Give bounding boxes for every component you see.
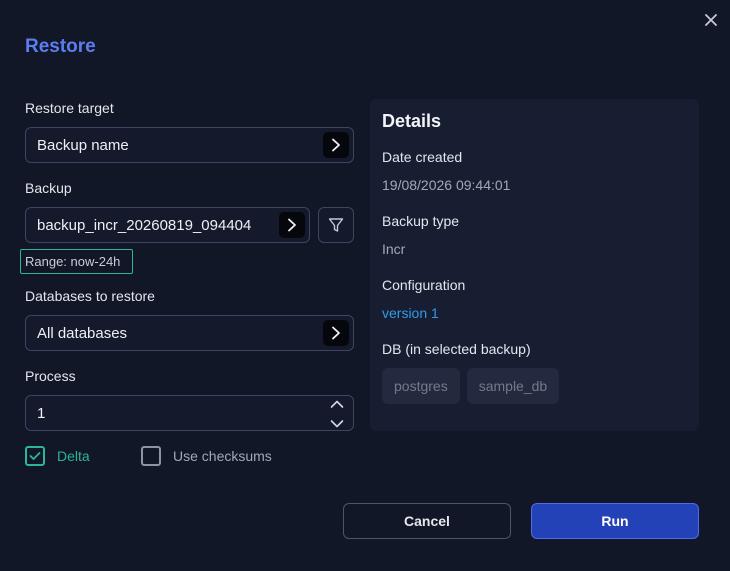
checksums-label: Use checksums — [173, 448, 272, 464]
db-chip: sample_db — [466, 368, 560, 404]
chevron-up-icon[interactable] — [330, 399, 344, 409]
backup-type-label: Backup type — [382, 213, 460, 229]
delta-checkbox[interactable] — [25, 446, 45, 466]
checksums-checkbox-row[interactable]: Use checksums — [141, 446, 272, 466]
db-chip-list: postgres sample_db — [382, 368, 560, 404]
process-value: 1 — [37, 404, 46, 422]
chevron-right-icon — [332, 138, 340, 152]
range-badge: Range: now-24h — [20, 249, 133, 274]
databases-label: Databases to restore — [25, 288, 155, 304]
db-label: DB (in selected backup) — [382, 341, 531, 357]
filter-button[interactable] — [318, 207, 354, 243]
backup-value: backup_incr_20260819_094404 — [37, 216, 252, 234]
db-chip: postgres — [382, 368, 460, 404]
date-created-value: 19/08/2026 09:44:01 — [382, 177, 511, 193]
restore-target-select[interactable]: Backup name — [25, 127, 354, 163]
configuration-link[interactable]: version 1 — [382, 305, 439, 321]
backup-open-button[interactable] — [279, 212, 305, 238]
close-button[interactable] — [702, 11, 720, 29]
filter-icon — [328, 218, 344, 232]
process-label: Process — [25, 368, 76, 384]
chevron-right-icon — [288, 218, 296, 232]
restore-target-label: Restore target — [25, 100, 114, 116]
process-input[interactable]: 1 — [25, 395, 354, 431]
delta-label: Delta — [57, 448, 90, 464]
cancel-button[interactable]: Cancel — [343, 503, 511, 539]
dialog-title: Restore — [25, 36, 96, 57]
close-icon — [705, 14, 717, 26]
restore-target-open-button[interactable] — [323, 132, 349, 158]
run-button[interactable]: Run — [531, 503, 699, 539]
details-panel: Details Date created 19/08/2026 09:44:01… — [370, 99, 699, 431]
configuration-label: Configuration — [382, 277, 466, 293]
check-icon — [29, 452, 41, 460]
databases-value: All databases — [37, 324, 128, 342]
backup-select[interactable]: backup_incr_20260819_094404 — [25, 207, 310, 243]
delta-checkbox-row[interactable]: Delta — [25, 446, 90, 466]
date-created-label: Date created — [382, 149, 463, 165]
chevron-right-icon — [332, 326, 340, 340]
restore-target-value: Backup name — [37, 136, 129, 154]
checksums-checkbox[interactable] — [141, 446, 161, 466]
details-title: Details — [382, 111, 442, 131]
backup-type-value: Incr — [382, 241, 406, 257]
chevron-down-icon[interactable] — [330, 419, 344, 429]
databases-select[interactable]: All databases — [25, 315, 354, 351]
databases-open-button[interactable] — [323, 320, 349, 346]
backup-label: Backup — [25, 180, 72, 196]
process-stepper[interactable] — [327, 399, 347, 429]
